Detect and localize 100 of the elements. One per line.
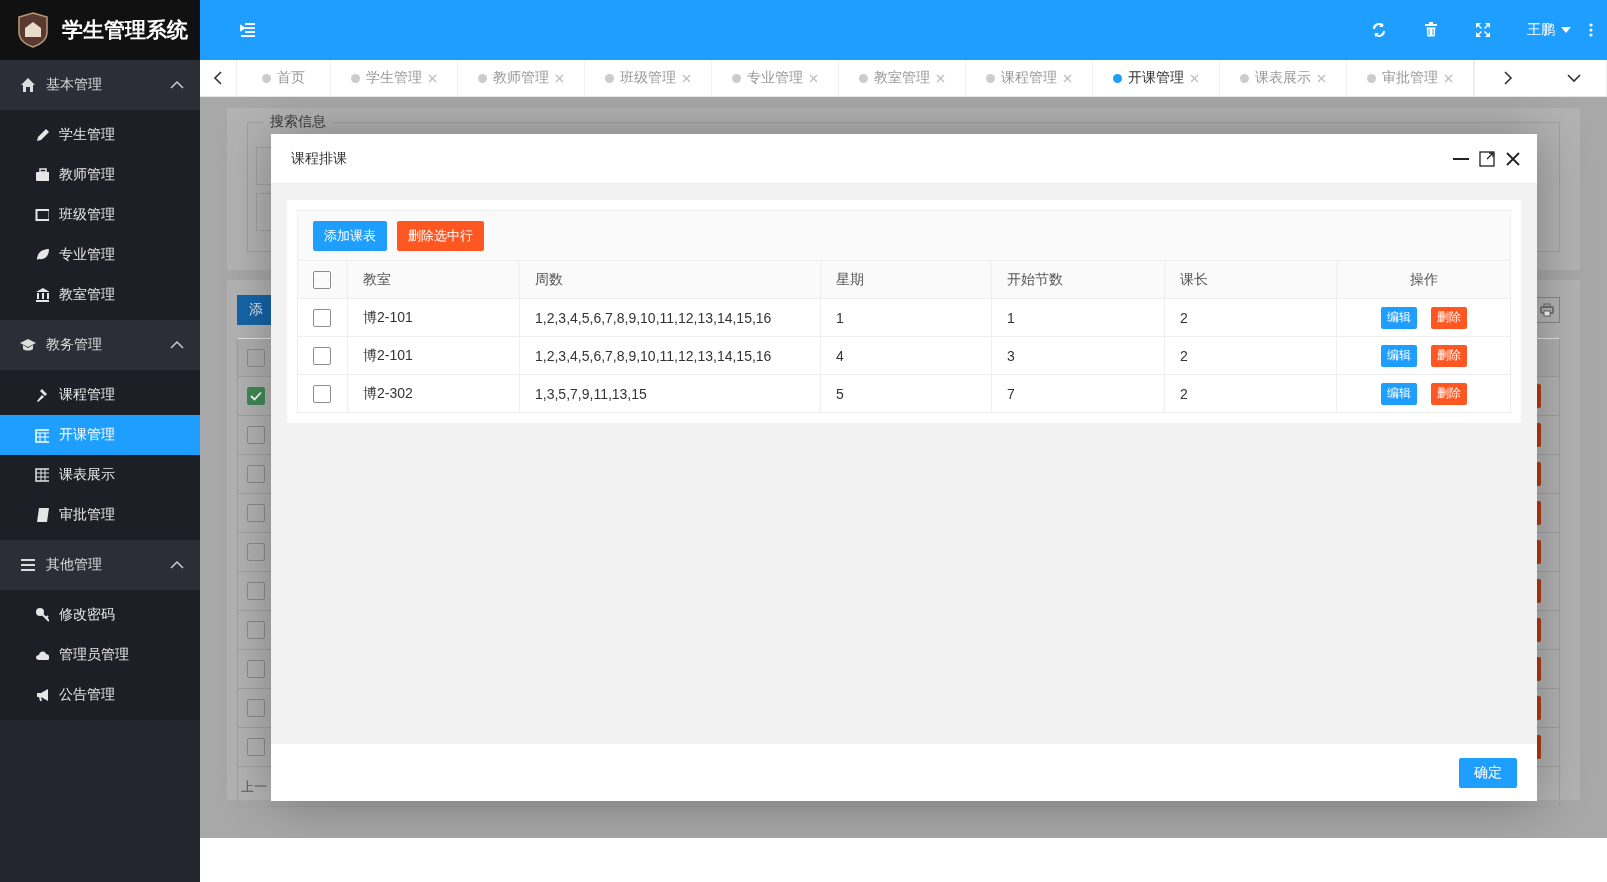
delete-button[interactable]: 删除 (1430, 344, 1467, 367)
table-cell: 7 (992, 375, 1165, 413)
key-icon (35, 607, 49, 623)
sidebar-item[interactable]: 教室管理 (0, 275, 200, 315)
table-icon (35, 467, 49, 483)
edit-button[interactable]: 编辑 (1380, 344, 1417, 367)
sidebar-item[interactable]: 开课管理 (0, 415, 200, 455)
checkbox[interactable] (247, 387, 265, 405)
edit-button[interactable]: 编辑 (1380, 382, 1417, 405)
graduation-cap-icon (20, 337, 36, 353)
table-cell: 2 (1165, 299, 1337, 337)
checkbox[interactable] (247, 426, 265, 444)
close-icon (1505, 150, 1521, 167)
pencil-icon (35, 127, 49, 143)
status-dot (732, 73, 741, 83)
status-dot (262, 73, 271, 83)
status-dot (859, 73, 868, 83)
close-icon (1444, 73, 1453, 83)
delete-button[interactable]: 删除 (1430, 382, 1467, 405)
confirm-button[interactable]: 确定 (1459, 757, 1517, 788)
table-cell: 5 (821, 375, 992, 413)
row-checkbox[interactable] (313, 384, 331, 403)
table-cell: 1 (821, 299, 992, 337)
table-cell: 博2-101 (348, 299, 520, 337)
sidebar-item[interactable]: 管理员管理 (0, 635, 200, 675)
status-dot (351, 73, 360, 83)
caret-down-icon (1561, 27, 1571, 33)
select-all-checkbox[interactable] (247, 348, 265, 367)
sidebar-item[interactable]: 修改密码 (0, 595, 200, 635)
maximize-icon (1479, 150, 1495, 167)
group-label: 其他管理 (46, 556, 103, 574)
shield-logo-icon (18, 12, 48, 48)
checkbox[interactable] (247, 738, 265, 756)
table-cell: 博2-302 (348, 375, 520, 413)
row-checkbox[interactable] (313, 346, 331, 365)
sidebar-item[interactable]: 公告管理 (0, 675, 200, 715)
more-vertical-icon (1589, 23, 1593, 37)
sidebar-item[interactable]: 审批管理 (0, 495, 200, 535)
app-title: 学生管理系统 (62, 17, 188, 43)
printer-icon (1540, 303, 1554, 317)
leaf-icon (35, 247, 49, 263)
chevron-left-icon (213, 71, 223, 85)
sidebar-group[interactable]: 教务管理 (0, 320, 200, 370)
calendar-icon (35, 427, 49, 443)
book-icon (35, 507, 49, 523)
sidebar-item[interactable]: 课程管理 (0, 375, 200, 415)
column-header: 开始节数 (992, 261, 1165, 299)
gavel-icon (35, 387, 49, 403)
user-menu[interactable]: 王鹏 (1521, 20, 1577, 40)
column-header: 周数 (520, 261, 821, 299)
menu-icon (20, 557, 36, 573)
close-icon (1317, 73, 1326, 83)
sidebar-item[interactable]: 班级管理 (0, 195, 200, 235)
print-button[interactable] (1534, 297, 1560, 323)
status-dot (1367, 73, 1376, 83)
checkbox[interactable] (247, 465, 265, 483)
status-dot (986, 73, 995, 83)
close-icon (1063, 73, 1072, 83)
checkbox[interactable] (247, 504, 265, 522)
checkbox[interactable] (247, 699, 265, 717)
status-dot (1113, 73, 1122, 83)
sidebar-item[interactable]: 学生管理 (0, 115, 200, 155)
close-icon (682, 73, 691, 83)
checkbox[interactable] (247, 621, 265, 639)
briefcase-icon (35, 167, 49, 183)
bank-icon (35, 287, 49, 303)
checkbox[interactable] (247, 543, 265, 561)
status-dot (605, 73, 614, 83)
refresh-icon (1371, 22, 1387, 38)
fullscreen-icon (1475, 22, 1491, 38)
table-cell: 3 (992, 337, 1165, 375)
sidebar-item[interactable]: 教师管理 (0, 155, 200, 195)
edit-button[interactable]: 编辑 (1380, 306, 1417, 329)
section-title: 搜索信息 (264, 113, 332, 131)
sidebar-group[interactable]: 其他管理 (0, 540, 200, 590)
row-checkbox[interactable] (313, 308, 331, 327)
close-icon (936, 73, 945, 83)
table-cell: 1,2,3,4,5,6,7,8,9,10,11,12,13,14,15,16 (520, 337, 821, 375)
column-header: 操作 (1337, 261, 1511, 299)
checkbox[interactable] (247, 582, 265, 600)
menu-toggle-icon (240, 23, 256, 37)
sidebar-group[interactable]: 基本管理 (0, 60, 200, 110)
close-icon (428, 73, 437, 83)
chevron-right-icon (1503, 71, 1513, 85)
table-cell: 博2-101 (348, 337, 520, 375)
table-cell: 2 (1165, 375, 1337, 413)
column-header: 星期 (821, 261, 992, 299)
table-cell: 1,3,5,7,9,11,13,15 (520, 375, 821, 413)
check-icon (250, 391, 262, 401)
table-cell: 2 (1165, 337, 1337, 375)
delete-selected-button[interactable]: 删除选中行 (397, 220, 484, 251)
trash-icon (1423, 22, 1439, 38)
sidebar-item[interactable]: 专业管理 (0, 235, 200, 275)
select-all-checkbox[interactable] (313, 270, 331, 289)
add-schedule-button[interactable]: 添加课表 (313, 220, 387, 251)
checkbox[interactable] (247, 660, 265, 678)
minimize-icon (1453, 157, 1469, 160)
delete-button[interactable]: 删除 (1430, 306, 1467, 329)
sidebar-item[interactable]: 课表展示 (0, 455, 200, 495)
dialog-title: 课程排课 (291, 149, 348, 168)
